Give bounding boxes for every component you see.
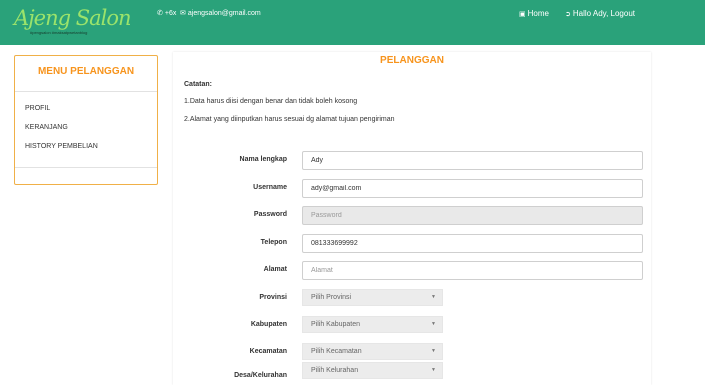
telepon-input[interactable]: [302, 234, 643, 253]
kabupaten-label: Kabupaten: [250, 321, 287, 328]
kabupaten-selected: Pilih Kabupaten: [311, 321, 361, 328]
note-line: 2.Alamat yang diinputkan harus sesuai dg…: [184, 116, 395, 123]
dropdown-caret-icon: ▼: [431, 294, 436, 300]
divider: [15, 91, 157, 92]
nama-lengkap-input[interactable]: [302, 151, 643, 170]
sidebar-item-keranjang[interactable]: KERANJANG: [25, 124, 68, 131]
provinsi-label: Provinsi: [259, 294, 287, 301]
envelope-icon: ✉: [180, 10, 186, 17]
note-line: 1.Data harus diisi dengan benar dan tida…: [184, 98, 358, 105]
kecamatan-label: Kecamatan: [249, 348, 287, 355]
kecamatan-select[interactable]: Pilih Kecamatan ▼: [302, 343, 443, 360]
provinsi-selected: Pilih Provinsi: [311, 294, 352, 301]
kelurahan-label: Desa/Kelurahan: [234, 372, 287, 379]
sidebar-item-history[interactable]: HISTORY PEMBELIAN: [25, 143, 98, 150]
kelurahan-select[interactable]: Pilih Kelurahan ▼: [302, 362, 443, 379]
dropdown-caret-icon: ▼: [431, 367, 436, 373]
username-input[interactable]: [302, 179, 643, 198]
username-label: Username: [253, 184, 287, 191]
phone-icon: ✆: [157, 10, 163, 17]
car-icon: ▣: [519, 11, 526, 18]
nama-label: Nama lengkap: [239, 156, 287, 163]
sidebar-title: MENU PELANGGAN: [37, 66, 135, 77]
alamat-input[interactable]: [302, 261, 643, 280]
user-label: Hallo Ady, Logout: [572, 9, 635, 18]
phone-contact: ✆ +6x: [157, 9, 176, 17]
divider: [15, 167, 157, 168]
page-title: PELANGGAN: [380, 55, 444, 66]
dropdown-caret-icon: ▼: [431, 321, 436, 327]
sidebar-item-profil[interactable]: PROFIL: [25, 105, 50, 112]
email-contact: ✉ ajengsalon@gmail.com: [180, 9, 261, 17]
logout-link[interactable]: ➲ Hallo Ady, Logout: [565, 9, 635, 18]
customer-form-card: PELANGGAN Catatan: 1.Data harus diisi de…: [173, 52, 651, 385]
password-input[interactable]: [302, 206, 643, 225]
phone-text: +6x: [164, 10, 177, 17]
password-label: Password: [253, 211, 287, 218]
alamat-label: Alamat: [263, 266, 287, 273]
note-title: Catatan:: [184, 81, 213, 88]
home-label: Home: [527, 9, 549, 18]
kecamatan-selected: Pilih Kecamatan: [311, 348, 362, 355]
logo-tagline: #pengsalon #maksatpwetanblog: [30, 30, 88, 35]
kelurahan-selected: Pilih Kelurahan: [311, 367, 359, 374]
email-text: ajengsalon@gmail.com: [187, 10, 261, 17]
top-navbar: Ajeng Salon #pengsalon #maksatpwetanblog…: [0, 0, 705, 45]
dropdown-caret-icon: ▼: [431, 348, 436, 354]
sidebar-menu: MENU PELANGGAN PROFIL KERANJANG HISTORY …: [14, 55, 158, 185]
telepon-label: Telepon: [260, 239, 287, 246]
brand-logo[interactable]: Ajeng Salon #pengsalon #maksatpwetanblog: [14, 6, 132, 36]
home-link[interactable]: ▣ Home: [519, 9, 549, 18]
provinsi-select[interactable]: Pilih Provinsi ▼: [302, 289, 443, 306]
logo-text: Ajeng Salon: [14, 6, 132, 30]
kabupaten-select[interactable]: Pilih Kabupaten ▼: [302, 316, 443, 333]
sign-out-icon: ➲: [565, 11, 571, 18]
